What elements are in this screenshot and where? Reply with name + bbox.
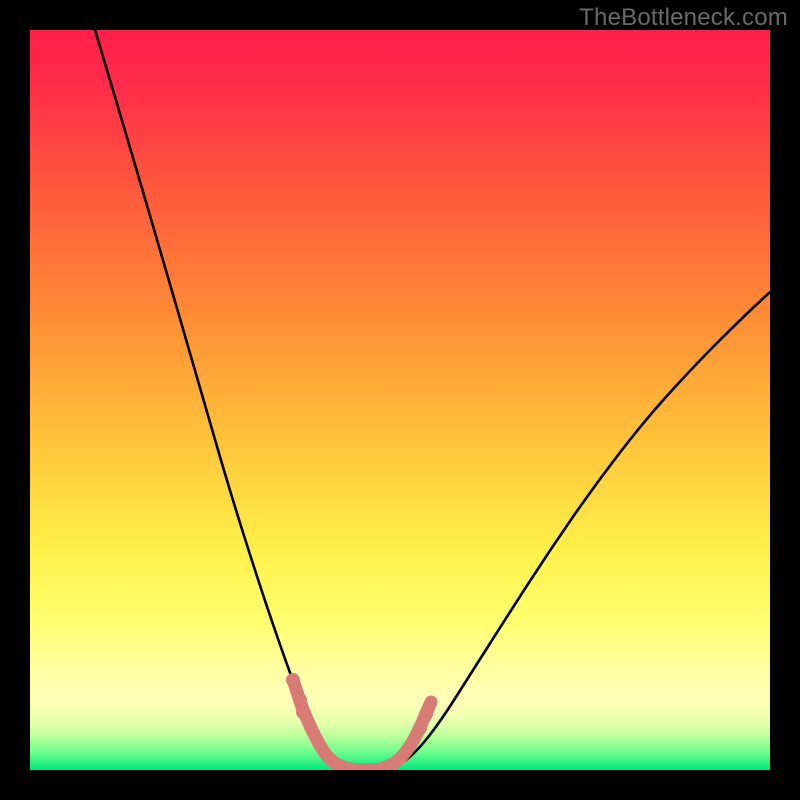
watermark-text: TheBottleneck.com <box>579 4 788 32</box>
series-bottom-squiggle <box>293 680 431 770</box>
series-bottom-squiggle-bead <box>286 673 300 687</box>
series-bottom-squiggle-bead <box>419 707 433 721</box>
series-bottom-squiggle-bead <box>293 693 307 707</box>
series-left-curve <box>95 30 355 770</box>
series-bottom-squiggle-bead <box>413 721 427 735</box>
chart-plot-area <box>30 30 770 770</box>
series-bottom-squiggle-bead <box>296 705 310 719</box>
chart-frame <box>0 0 800 800</box>
series-right-curve <box>385 292 770 770</box>
